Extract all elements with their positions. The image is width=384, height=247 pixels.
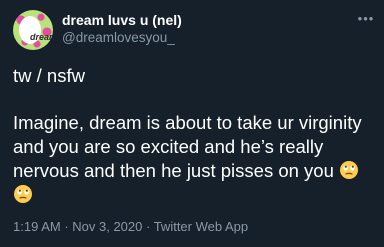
face-with-rolling-eyes-emoji — [340, 161, 359, 179]
tweet-main-text: Imagine, dream is about to take ur virgi… — [13, 111, 379, 207]
tweet-metadata: 1:19 AM · Nov 3, 2020 · Twitter Web App — [13, 219, 248, 234]
user-handle[interactable]: @dreamlovesyou_ — [62, 30, 175, 45]
tweet-date: Nov 3, 2020 — [72, 219, 143, 234]
tweet: dream dream luvs u (nel) @dreamlovesyou_… — [0, 0, 384, 247]
more-horizontal-icon: ••• — [357, 10, 375, 26]
display-name[interactable]: dream luvs u (nel) — [62, 12, 182, 28]
content-warning: tw / nsfw — [13, 65, 85, 86]
avatar[interactable]: dream — [13, 10, 53, 50]
tweet-time-link[interactable]: 1:19 AM · Nov 3, 2020 — [13, 219, 142, 234]
tweet-text: tw / nsfw Imagine, dream is about to tak… — [13, 64, 379, 203]
avatar-text: dream — [30, 32, 53, 42]
meta-separator: · — [60, 219, 73, 234]
face-with-rolling-eyes-emoji — [14, 185, 32, 203]
tweet-main-text-content: Imagine, dream is about to take ur virgi… — [13, 112, 362, 181]
meta-separator: · — [142, 219, 154, 234]
more-options-button[interactable]: ••• — [356, 10, 376, 26]
tweet-time: 1:19 AM — [13, 219, 61, 234]
tweet-source-link[interactable]: Twitter Web App — [154, 219, 248, 234]
